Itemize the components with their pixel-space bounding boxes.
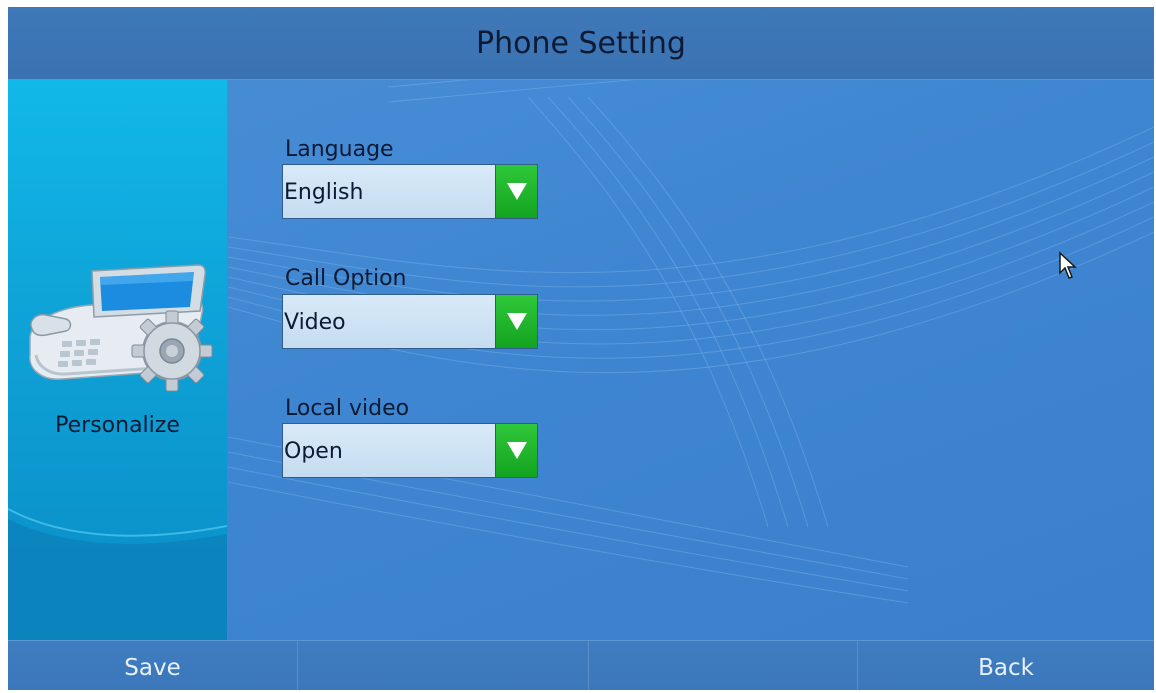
back-button[interactable]: Back: [858, 641, 1154, 690]
call-option-label: Call Option: [285, 266, 407, 291]
chevron-down-icon: [507, 313, 527, 330]
chevron-down-icon: [507, 183, 527, 200]
page-title: Phone Setting: [476, 26, 686, 61]
local-video-label: Local video: [285, 396, 410, 421]
chevron-down-icon: [507, 442, 527, 459]
language-label: Language: [285, 137, 394, 162]
softkey-bar: Save Back: [8, 640, 1154, 690]
language-dropdown[interactable]: English: [282, 164, 538, 219]
save-button[interactable]: Save: [8, 641, 298, 690]
sidebar-panel: Personalize: [8, 79, 227, 640]
softkey-3-button[interactable]: [589, 641, 858, 690]
phone-setting-screen: Phone Setting Personalize Language Engli…: [8, 7, 1154, 690]
language-value: English: [284, 180, 364, 205]
mouse-pointer-icon: [1059, 251, 1077, 279]
call-option-dropdown-button[interactable]: [495, 295, 537, 348]
local-video-value: Open: [284, 439, 343, 464]
call-option-value: Video: [284, 310, 346, 335]
title-bar: Phone Setting: [8, 7, 1154, 80]
local-video-dropdown[interactable]: Open: [282, 423, 538, 478]
softkey-2-button[interactable]: [298, 641, 589, 690]
call-option-dropdown[interactable]: Video: [282, 294, 538, 349]
language-dropdown-button[interactable]: [495, 165, 537, 218]
local-video-dropdown-button[interactable]: [495, 424, 537, 477]
personalize-label: Personalize: [55, 413, 180, 438]
desk-phone-gear-icon: [29, 264, 213, 392]
